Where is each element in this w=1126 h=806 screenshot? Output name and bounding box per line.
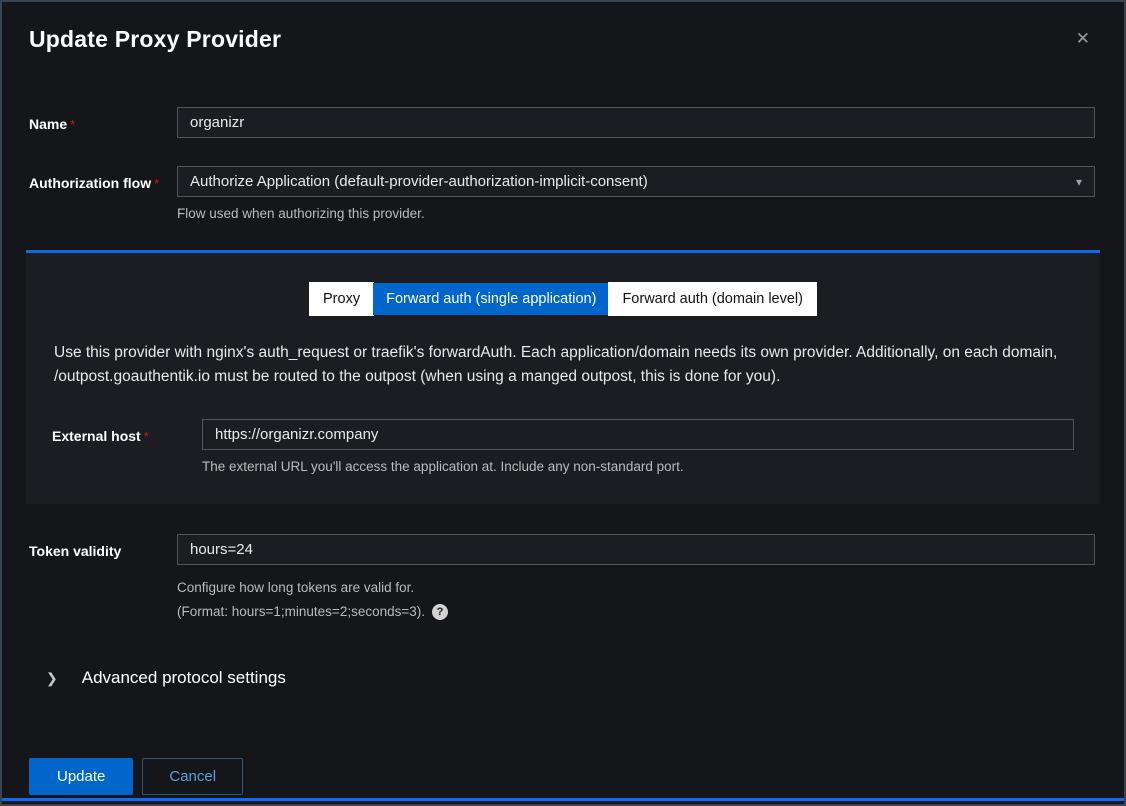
name-input[interactable] (177, 107, 1095, 138)
bottom-accent-bar (2, 798, 1124, 801)
modal-header: Update Proxy Provider ✕ (2, 2, 1124, 53)
token-validity-input[interactable] (177, 534, 1095, 565)
external-host-row: External host* The external URL you'll a… (52, 419, 1074, 477)
authorization-flow-help: Flow used when authorizing this provider… (177, 205, 1095, 224)
close-icon[interactable]: ✕ (1072, 26, 1094, 51)
chevron-right-icon: ❯ (46, 670, 58, 687)
name-label: Name* (29, 107, 177, 138)
toggle-proxy[interactable]: Proxy (310, 283, 373, 315)
proxy-mode-card: Proxy Forward auth (single application) … (26, 250, 1100, 504)
required-asterisk: * (144, 429, 149, 444)
token-validity-help: Configure how long tokens are valid for.… (177, 578, 1095, 623)
token-validity-row: Token validity (2, 534, 1124, 565)
authorization-flow-row: Authorization flow* Authorize Applicatio… (2, 166, 1124, 224)
chevron-down-icon: ▾ (1076, 175, 1082, 189)
update-button[interactable]: Update (29, 758, 133, 795)
name-field-row: Name* (2, 107, 1124, 138)
external-host-help: The external URL you'll access the appli… (202, 458, 1074, 477)
authorization-flow-label: Authorization flow* (29, 166, 177, 224)
required-asterisk: * (154, 176, 159, 191)
advanced-protocol-settings-expander[interactable]: ❯ Advanced protocol settings (46, 668, 1124, 688)
authorization-flow-select[interactable]: Authorize Application (default-provider-… (177, 166, 1095, 197)
modal-actions: Update Cancel (29, 758, 1124, 795)
token-validity-label: Token validity (29, 534, 177, 565)
page-title: Update Proxy Provider (29, 26, 281, 53)
external-host-label: External host* (52, 419, 202, 477)
token-validity-help-line2: (Format: hours=1;minutes=2;seconds=3). ? (177, 602, 1095, 622)
required-asterisk: * (70, 117, 75, 132)
toggle-forward-auth-single[interactable]: Forward auth (single application) (373, 283, 609, 315)
toggle-forward-auth-domain[interactable]: Forward auth (domain level) (609, 283, 816, 315)
token-validity-help-line1: Configure how long tokens are valid for. (177, 578, 1095, 598)
advanced-protocol-settings-label: Advanced protocol settings (82, 668, 286, 688)
cancel-button[interactable]: Cancel (142, 758, 243, 795)
authorization-flow-selected-value: Authorize Application (default-provider-… (190, 173, 648, 190)
proxy-mode-toggle-group: Proxy Forward auth (single application) … (52, 283, 1074, 315)
external-host-input[interactable] (202, 419, 1074, 450)
update-proxy-provider-modal: Update Proxy Provider ✕ Name* Authorizat… (0, 0, 1126, 806)
help-icon[interactable]: ? (432, 604, 448, 620)
mode-description: Use this provider with nginx's auth_requ… (52, 341, 1074, 389)
